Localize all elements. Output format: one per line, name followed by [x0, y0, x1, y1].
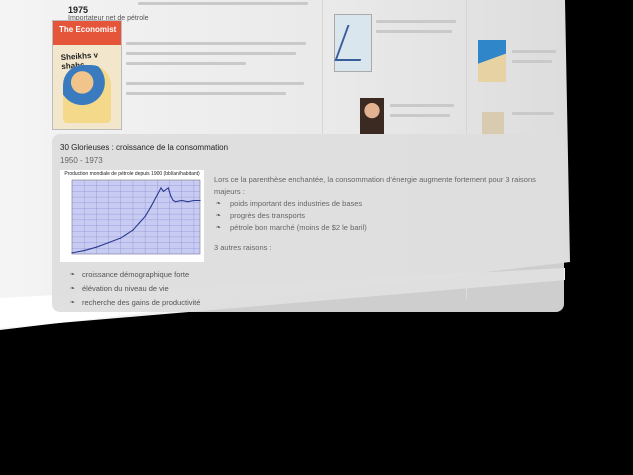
data-point [193, 199, 195, 202]
chart-svg [71, 179, 201, 255]
other-reasons-label: 3 autres raisons : [214, 243, 272, 252]
blurred-text [390, 114, 450, 117]
other-reason-item: ❧ recherche des gains de productivité [68, 296, 200, 310]
data-point [187, 201, 189, 203]
data-point [156, 194, 158, 196]
list-item-text: pétrole bon marché (moins de $2 le baril… [230, 223, 367, 232]
blurred-text [512, 60, 552, 63]
fleuron-bullet-icon: ❧ [216, 225, 222, 231]
data-point [71, 252, 73, 254]
fleuron-bullet-icon: ❧ [70, 300, 76, 306]
blurred-text [126, 82, 304, 85]
data-point [144, 215, 146, 218]
blurred-text [512, 50, 556, 53]
fleuron-bullet-icon: ❧ [70, 286, 76, 292]
card-body: Lors ce la parenthèse enchantée, la cons… [214, 174, 544, 254]
plot-area [71, 179, 201, 255]
blurred-text [126, 52, 296, 55]
beach-photo [478, 40, 506, 82]
blurred-text [126, 62, 246, 65]
magazine-title: The Economist [59, 25, 117, 34]
slide-overlay-card: 30 Glorieuses : croissance de la consomm… [52, 134, 564, 312]
card-date-range: 1950 - 1973 [60, 156, 103, 165]
data-point [172, 199, 174, 202]
data-point [95, 246, 97, 248]
data-point [150, 205, 152, 207]
map-image [334, 14, 372, 72]
blurred-text [390, 104, 454, 107]
data-point [199, 199, 201, 202]
data-point [170, 195, 172, 197]
major-reasons-list: ❧ poids important des industries de bases… [214, 198, 544, 234]
other-reason-item: ❧ croissance démographique forte [68, 268, 200, 282]
document-thumbnail [482, 112, 504, 136]
list-item-text: croissance démographique forte [82, 270, 190, 279]
list-item-text: poids important des industries de bases [230, 199, 363, 208]
blurred-text [512, 112, 554, 115]
data-point [120, 237, 122, 239]
major-reason-item: ❧ poids important des industries de bases [214, 198, 544, 210]
fleuron-bullet-icon: ❧ [216, 201, 222, 207]
data-point [132, 229, 134, 231]
portrait-photo [360, 98, 384, 134]
data-point [181, 199, 183, 202]
blurred-text [126, 92, 286, 95]
magazine-cover-image: The Economist Sheikhs v shahs [52, 20, 122, 130]
other-reason-item: ❧ élévation du niveau de vie [68, 282, 200, 296]
list-item-text: progrès des transports [230, 211, 306, 220]
data-point [160, 187, 162, 189]
fleuron-bullet-icon: ❧ [70, 272, 76, 278]
blurred-text [376, 20, 456, 23]
blurred-text [138, 2, 308, 5]
list-item-text: recherche des gains de productivité [82, 298, 201, 307]
magazine-illustration [63, 65, 111, 123]
card-title: 30 Glorieuses : croissance de la consomm… [60, 143, 229, 152]
list-item-text: élévation du niveau de vie [82, 284, 169, 293]
data-point [83, 249, 85, 252]
major-reason-item: ❧ progrès des transports [214, 210, 544, 222]
blurred-text [126, 42, 306, 45]
fleuron-bullet-icon: ❧ [216, 213, 222, 219]
major-reason-item: ❧ pétrole bon marché (moins de $2 le bari… [214, 222, 544, 234]
blurred-text [376, 30, 452, 33]
other-reasons-list: ❧ croissance démographique forte ❧ élévatio… [68, 268, 200, 310]
data-point [167, 187, 169, 189]
data-point [138, 222, 140, 224]
oil-production-chart: Production mondiale de pétrole depuis 19… [60, 170, 204, 262]
intro-text: Lors ce la parenthèse enchantée, la cons… [214, 175, 536, 196]
data-point [107, 242, 110, 244]
data-point [162, 190, 165, 192]
data-point [175, 201, 177, 203]
